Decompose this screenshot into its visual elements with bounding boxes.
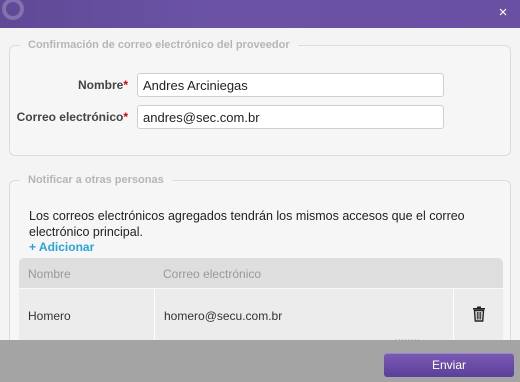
dialog-titlebar: ×: [0, 0, 520, 28]
trash-icon[interactable]: [472, 306, 486, 322]
notify-others-section: Notificar a otras personas Los correos e…: [9, 174, 511, 340]
notify-section-legend: Notificar a otras personas: [28, 174, 164, 186]
table-header: Nombre Correo electrónico: [19, 258, 503, 288]
notice-text: Los correos electrónicos agregados tendr…: [29, 209, 465, 239]
dialog-body: Confirmación de correo electrónico del p…: [0, 28, 520, 340]
recipients-table: Nombre Correo electrónico Homero homero@…: [19, 258, 503, 340]
close-icon[interactable]: ×: [495, 4, 511, 22]
email-row: Correo electrónico*: [10, 105, 510, 129]
recipient-name: Homero: [28, 309, 71, 323]
app-logo-icon: [2, 0, 24, 20]
provider-section-legend: Confirmación de correo electrónico del p…: [28, 39, 290, 51]
name-label: Nombre*: [77, 78, 128, 92]
recipient-email: homero@secu.com.br: [164, 309, 283, 323]
resize-handle-icon: ........: [395, 333, 421, 340]
send-button[interactable]: Enviar: [384, 353, 514, 377]
dialog-footer: Enviar: [0, 340, 520, 382]
required-mark: *: [123, 78, 128, 92]
required-mark: *: [123, 110, 128, 124]
name-cell: Homero: [19, 289, 155, 340]
column-header-name: Nombre: [28, 267, 71, 281]
provider-email-section: Confirmación de correo electrónico del p…: [9, 39, 511, 156]
email-input[interactable]: [137, 105, 444, 129]
action-cell: [454, 289, 503, 340]
add-button[interactable]: + Adicionar: [29, 240, 94, 254]
column-header-email: Correo electrónico: [163, 267, 262, 281]
email-cell: homero@secu.com.br ........: [155, 289, 454, 340]
table-row: Homero homero@secu.com.br ........: [19, 288, 503, 340]
name-input[interactable]: [137, 73, 444, 97]
email-label: Correo electrónico*: [16, 110, 128, 124]
name-row: Nombre*: [10, 73, 510, 97]
